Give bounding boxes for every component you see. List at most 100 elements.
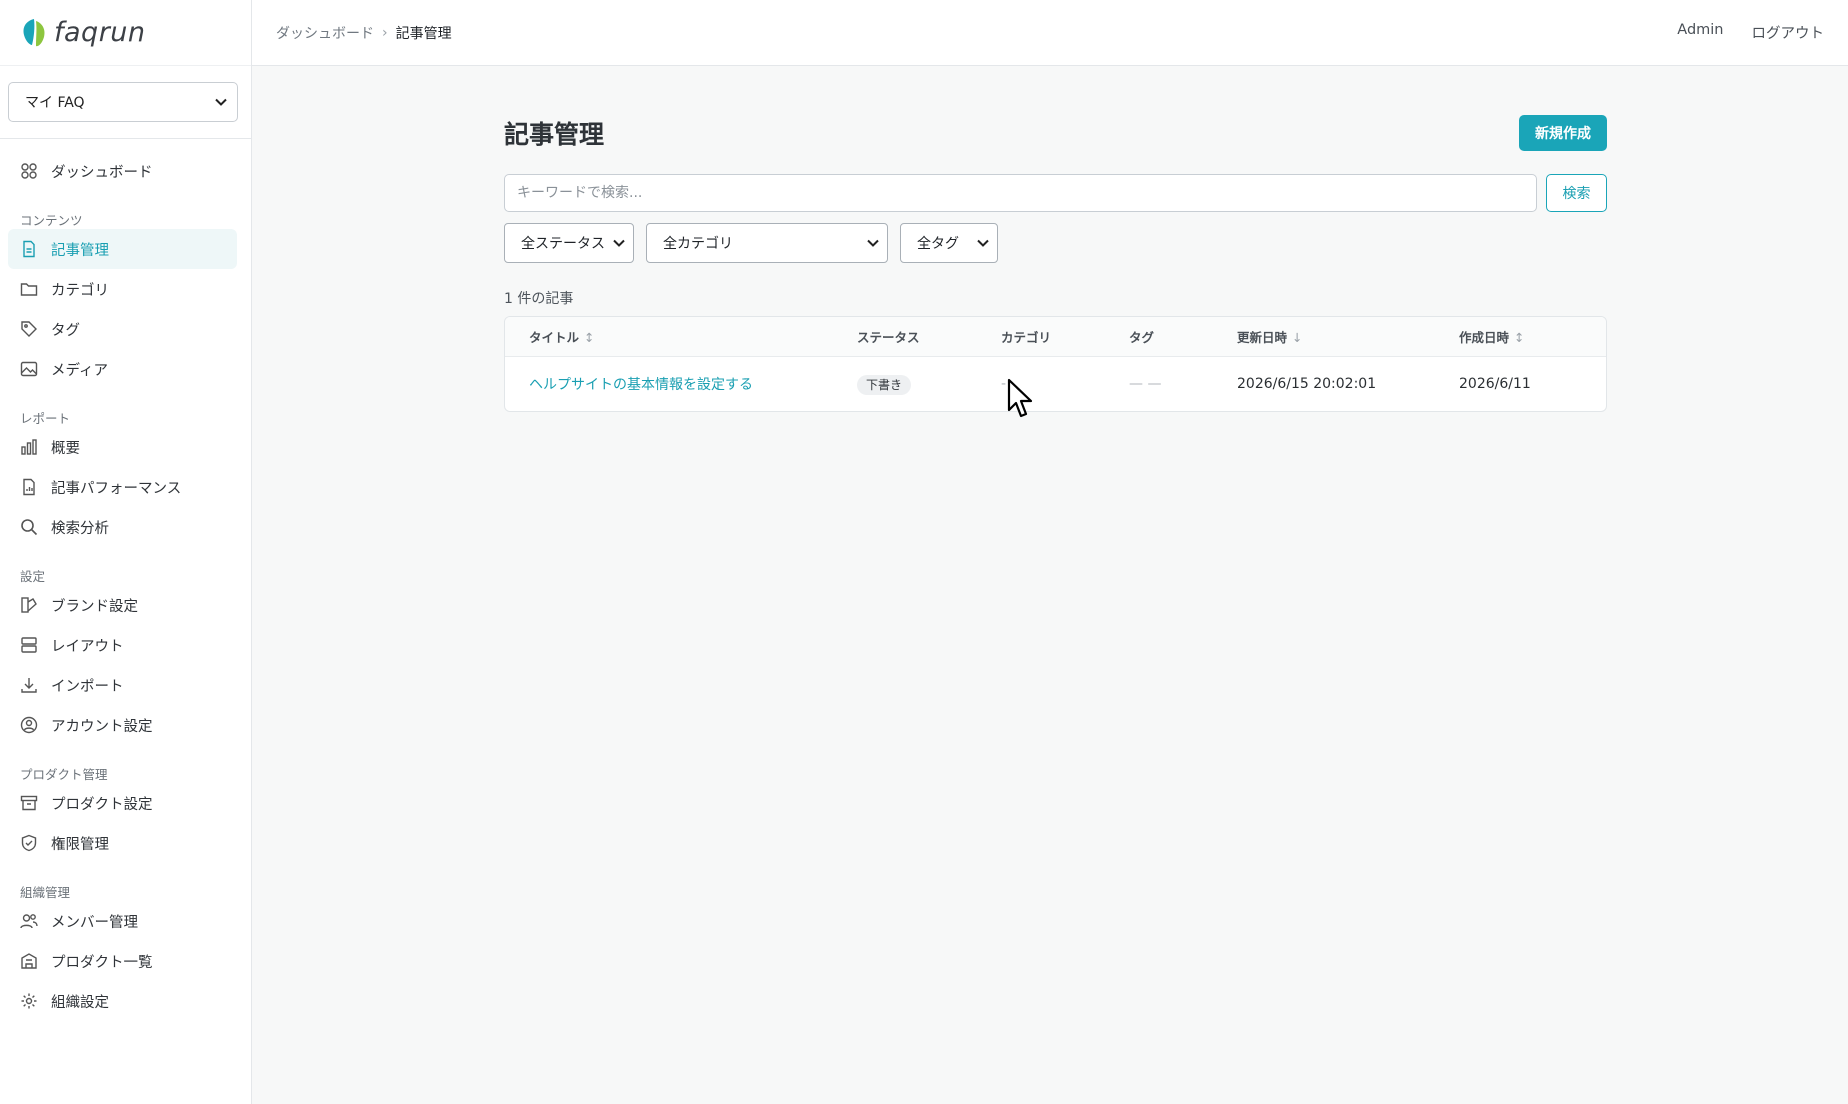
column-created-label: 作成日時 bbox=[1459, 330, 1510, 345]
column-title[interactable]: タイトル ↕ bbox=[505, 327, 857, 346]
building-icon bbox=[20, 952, 38, 970]
tag-icon bbox=[20, 320, 38, 338]
sidebar-item-label: メンバー管理 bbox=[51, 914, 138, 931]
category-filter[interactable]: 全カテゴリ bbox=[646, 223, 888, 263]
faq-selector-value: マイ FAQ bbox=[25, 95, 85, 111]
breadcrumb-current: 記事管理 bbox=[395, 25, 452, 42]
search-input[interactable] bbox=[504, 174, 1537, 212]
column-title-label: タイトル bbox=[529, 330, 580, 345]
brand-logo[interactable]: faqrun bbox=[0, 0, 251, 66]
sidebar-item-permissions[interactable]: 権限管理 bbox=[8, 823, 237, 863]
sidebar-item-label: 概要 bbox=[51, 440, 80, 457]
sidebar-item-article-performance[interactable]: 記事パフォーマンス bbox=[8, 467, 237, 507]
topbar: ダッシュボード › 記事管理 Admin ログアウト bbox=[252, 0, 1848, 66]
users-icon bbox=[20, 912, 38, 930]
gear-icon bbox=[20, 992, 38, 1010]
chevron-down-icon bbox=[867, 239, 879, 247]
new-article-button[interactable]: 新規作成 bbox=[1519, 115, 1607, 151]
sidebar-item-label: アカウント設定 bbox=[51, 718, 153, 735]
sidebar-item-label: プロダクト一覧 bbox=[51, 954, 153, 971]
sort-icon: ↕ bbox=[584, 330, 595, 345]
search-icon bbox=[20, 518, 38, 536]
search-button[interactable]: 検索 bbox=[1546, 174, 1607, 212]
folder-icon bbox=[20, 280, 38, 298]
faqrun-logo-icon bbox=[23, 18, 45, 46]
article-updated: 2026/6/15 20:02:01 bbox=[1237, 376, 1377, 392]
sort-icon: ↕ bbox=[1514, 330, 1525, 345]
sidebar-item-label: ダッシュボード bbox=[51, 164, 153, 181]
sidebar-item-media[interactable]: メディア bbox=[8, 349, 237, 389]
document-chart-icon bbox=[20, 478, 38, 496]
sidebar-item-articles[interactable]: 記事管理 bbox=[8, 229, 237, 269]
breadcrumb-dashboard-link[interactable]: ダッシュボード bbox=[276, 23, 374, 43]
article-created: 2026/6/11 bbox=[1459, 376, 1531, 392]
sidebar-item-product-settings[interactable]: プロダクト設定 bbox=[8, 783, 237, 823]
logout-link[interactable]: ログアウト bbox=[1752, 22, 1825, 43]
column-created[interactable]: 作成日時 ↕ bbox=[1459, 327, 1606, 346]
tag-filter[interactable]: 全タグ bbox=[900, 223, 998, 263]
download-icon bbox=[20, 676, 38, 694]
table-row[interactable]: ヘルプサイトの基本情報を設定する 下書き - — — 2026/6/15 20:… bbox=[505, 357, 1606, 411]
sidebar-item-label: カテゴリ bbox=[51, 282, 109, 299]
sidebar-item-tags[interactable]: タグ bbox=[8, 309, 237, 349]
palette-icon bbox=[20, 596, 38, 614]
chevron-right-icon: › bbox=[382, 24, 388, 41]
column-tag: タグ bbox=[1129, 330, 1155, 345]
status-filter[interactable]: 全ステータス bbox=[504, 223, 634, 263]
nav-section-product-admin: プロダクト管理 bbox=[20, 767, 108, 782]
status-badge: 下書き bbox=[857, 374, 912, 395]
sidebar-item-import[interactable]: インポート bbox=[8, 665, 237, 705]
sidebar-item-layout[interactable]: レイアウト bbox=[8, 625, 237, 665]
sidebar-item-label: インポート bbox=[51, 678, 124, 695]
column-category: カテゴリ bbox=[1001, 330, 1052, 345]
sidebar-item-label: 検索分析 bbox=[51, 520, 109, 537]
mouse-cursor-icon bbox=[1007, 378, 1033, 418]
sidebar-item-dashboard[interactable]: ダッシュボード bbox=[8, 151, 237, 191]
sidebar-item-label: ブランド設定 bbox=[51, 598, 138, 615]
article-title-link[interactable]: ヘルプサイトの基本情報を設定する bbox=[529, 377, 753, 393]
nav-section-settings: 設定 bbox=[20, 569, 46, 584]
column-updated-label: 更新日時 bbox=[1237, 330, 1288, 345]
sidebar-item-label: 記事パフォーマンス bbox=[51, 480, 182, 497]
image-icon bbox=[20, 360, 38, 378]
sidebar-item-label: 記事管理 bbox=[51, 242, 109, 259]
sidebar-item-label: タグ bbox=[51, 322, 80, 339]
nav-section-org-admin: 組織管理 bbox=[20, 885, 71, 900]
sort-desc-icon: ↓ bbox=[1292, 330, 1303, 345]
sidebar-nav: ダッシュボード コンテンツ 記事管理 カテゴリ タグ メディア レポート 概要 … bbox=[0, 139, 251, 1021]
column-updated[interactable]: 更新日時 ↓ bbox=[1237, 327, 1459, 346]
bar-chart-icon bbox=[20, 438, 38, 456]
sidebar-item-org-settings[interactable]: 組織設定 bbox=[8, 981, 237, 1021]
sidebar-item-label: 権限管理 bbox=[51, 836, 109, 853]
chevron-down-icon bbox=[613, 239, 625, 247]
sidebar-item-product-list[interactable]: プロダクト一覧 bbox=[8, 941, 237, 981]
page-title: 記事管理 bbox=[504, 120, 605, 149]
article-count: 1 件の記事 bbox=[504, 291, 574, 307]
column-status: ステータス bbox=[857, 330, 920, 345]
sidebar-item-search-analytics[interactable]: 検索分析 bbox=[8, 507, 237, 547]
grid-icon bbox=[20, 162, 38, 180]
article-tags: — — bbox=[1129, 376, 1162, 392]
main-content: 記事管理 新規作成 検索 全ステータス 全カテゴリ 全タグ 1 件の記事 タイト… bbox=[504, 110, 1607, 412]
faq-selector[interactable]: マイ FAQ bbox=[8, 82, 238, 122]
shield-check-icon bbox=[20, 834, 38, 852]
user-circle-icon bbox=[20, 716, 38, 734]
sidebar-item-members[interactable]: メンバー管理 bbox=[8, 901, 237, 941]
tag-filter-value: 全タグ bbox=[917, 236, 959, 252]
sidebar-item-brand-settings[interactable]: ブランド設定 bbox=[8, 585, 237, 625]
sidebar-item-account-settings[interactable]: アカウント設定 bbox=[8, 705, 237, 745]
breadcrumb: ダッシュボード › 記事管理 bbox=[276, 23, 452, 43]
nav-section-content: コンテンツ bbox=[20, 213, 83, 228]
sidebar-item-label: レイアウト bbox=[51, 638, 124, 655]
table-header: タイトル ↕ ステータス カテゴリ タグ 更新日時 ↓ 作成日時 ↕ bbox=[505, 317, 1606, 357]
nav-section-report: レポート bbox=[20, 411, 71, 426]
sidebar-item-label: 組織設定 bbox=[51, 994, 109, 1011]
sidebar-item-categories[interactable]: カテゴリ bbox=[8, 269, 237, 309]
category-filter-value: 全カテゴリ bbox=[663, 236, 733, 252]
layout-icon bbox=[20, 636, 38, 654]
chevron-down-icon bbox=[977, 239, 989, 247]
sidebar-item-label: メディア bbox=[51, 362, 108, 379]
articles-table: タイトル ↕ ステータス カテゴリ タグ 更新日時 ↓ 作成日時 ↕ ヘルプサイトの基… bbox=[504, 316, 1607, 412]
sidebar-item-overview[interactable]: 概要 bbox=[8, 427, 237, 467]
user-menu[interactable]: Admin bbox=[1677, 22, 1723, 43]
